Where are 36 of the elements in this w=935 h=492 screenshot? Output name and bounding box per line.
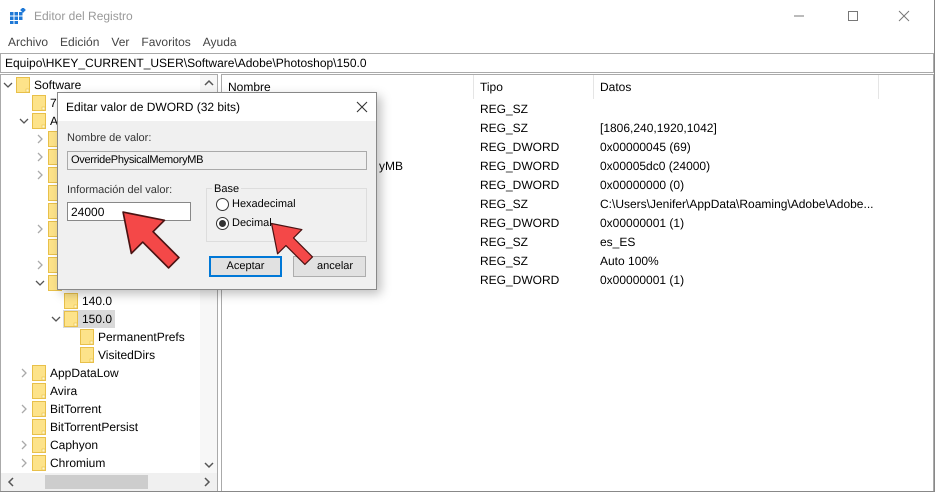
window-title: Editor del Registro [34, 8, 133, 25]
tree-node-label: 140.0 [82, 293, 112, 310]
tree-node-label: AppDataLow [50, 365, 119, 382]
table-cell: 0x00000001 (1) [600, 216, 684, 230]
table-cell: REG_DWORD [480, 216, 560, 230]
field-label: Información del valor: [67, 182, 174, 198]
table-cell: REG_SZ [480, 196, 528, 210]
tree-node-label: 7 [50, 95, 57, 112]
table-cell: 0x00000000 (0) [600, 178, 684, 192]
table-cell: REG_DWORD [480, 178, 560, 192]
table-cell: [1806,240,1920,1042] [600, 120, 717, 134]
table-cell: REG_SZ [480, 120, 528, 134]
table-cell: Auto 100% [600, 254, 659, 268]
table-cell: 0x00000045 (69) [600, 140, 691, 154]
dialog-title: Editar valor de DWORD (32 bits) [66, 99, 242, 116]
table-cell: yMB [379, 158, 403, 172]
tree-node-label: Avira [50, 383, 78, 400]
table-cell: REG_SZ [480, 234, 528, 248]
tree-node-label: VisitedDirs [98, 347, 156, 364]
tree-node-label: Chromium [50, 455, 106, 472]
tree-node-label: BitTorrentPersist [50, 419, 138, 436]
tree-node-label: BitTorrent [50, 401, 102, 418]
table-cell: 0x00005dc0 (24000) [600, 158, 710, 172]
table-cell: es_ES [600, 234, 636, 248]
table-cell: 0x00000001 (1) [600, 272, 684, 286]
table-cell: REG_DWORD [480, 158, 560, 172]
table-cell: REG_DWORD [480, 140, 560, 154]
table-cell: REG_DWORD [480, 272, 560, 286]
tree-node-label: Caphyon [50, 437, 98, 454]
tree-node-label: 150.0 [82, 311, 112, 328]
tree-node-label: PermanentPrefs [98, 329, 185, 346]
table-cell: REG_SZ [480, 254, 528, 268]
table-cell: REG_SZ [480, 102, 528, 116]
table-cell: C:\Users\Jenifer\AppData\Roaming\Adobe\Adobe... [600, 196, 874, 210]
tree-node-label: Software [34, 77, 82, 94]
field-label: Nombre de valor: [67, 131, 152, 146]
